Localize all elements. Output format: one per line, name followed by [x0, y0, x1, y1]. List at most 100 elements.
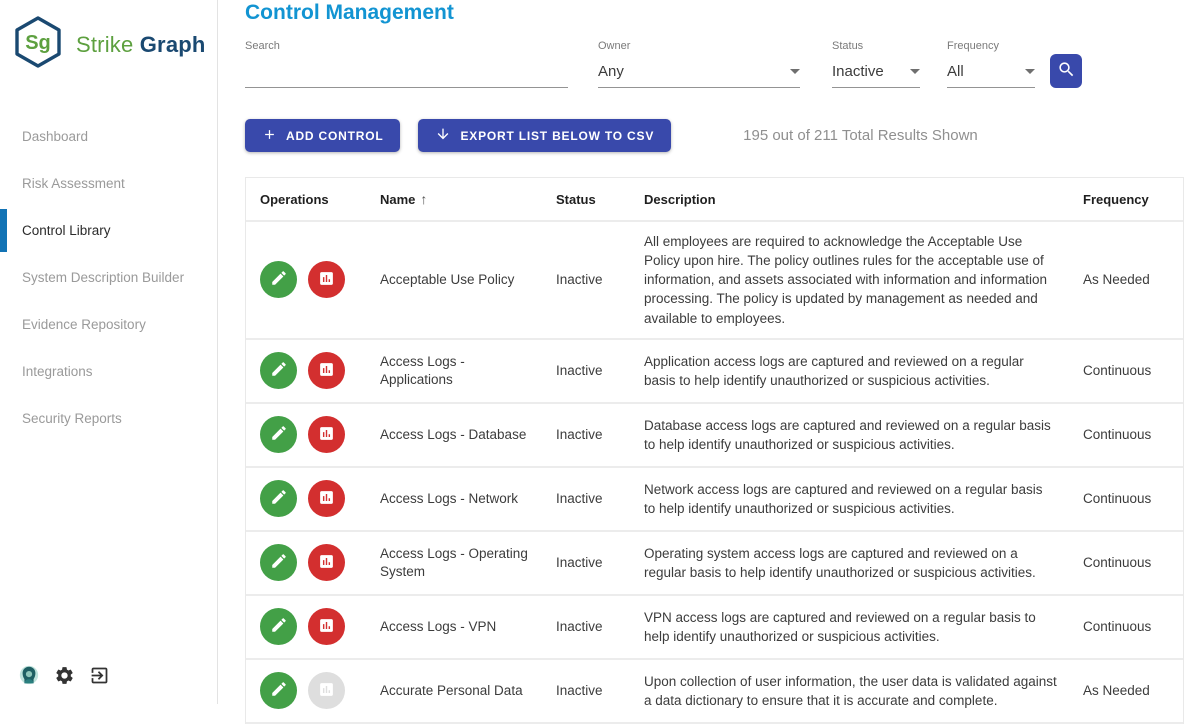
export-csv-button[interactable]: EXPORT LIST BELOW TO CSV [418, 119, 671, 152]
settings-gear-icon[interactable] [53, 664, 75, 686]
svg-text:Sg: Sg [25, 32, 51, 54]
table-header-row: Operations Name ↑ Status Description Fre… [246, 178, 1183, 222]
frequency-select[interactable]: Frequency All [947, 40, 1035, 88]
control-frequency: Continuous [1083, 363, 1183, 378]
pencil-icon [270, 424, 288, 445]
sidebar-nav: Dashboard Risk Assessment Control Librar… [0, 113, 217, 442]
pencil-icon [270, 680, 288, 701]
edit-control-button[interactable] [260, 416, 297, 453]
pencil-icon [270, 360, 288, 381]
control-report-button[interactable] [308, 261, 345, 298]
row-operations [260, 480, 380, 517]
chevron-down-icon [1025, 69, 1035, 74]
table-row: Accurate Personal Data Inactive Upon col… [246, 660, 1183, 724]
sidebar-item-control-library[interactable]: Control Library [0, 207, 217, 254]
header-frequency: Frequency [1083, 192, 1183, 207]
sidebar-item-security-reports[interactable]: Security Reports [0, 395, 217, 442]
owner-value: Any [598, 63, 624, 80]
search-button[interactable] [1050, 54, 1082, 88]
control-name: Access Logs - Network [380, 490, 556, 508]
search-label: Search [245, 40, 568, 52]
row-operations [260, 608, 380, 645]
user-avatar[interactable] [18, 664, 40, 686]
sidebar: Sg Strike Graph Dashboard Risk Assessmen… [0, 0, 218, 704]
control-status: Inactive [556, 619, 644, 634]
row-operations [260, 261, 380, 298]
pencil-icon [270, 488, 288, 509]
edit-control-button[interactable] [260, 480, 297, 517]
sidebar-item-label: System Description Builder [22, 270, 184, 285]
pencil-icon [270, 269, 288, 290]
frequency-value: All [947, 63, 964, 80]
frequency-label: Frequency [947, 40, 1035, 52]
control-status: Inactive [556, 272, 644, 287]
control-description: VPN access logs are captured and reviewe… [644, 608, 1083, 646]
table-row: Acceptable Use Policy Inactive All emplo… [246, 222, 1183, 340]
sidebar-footer [18, 664, 110, 686]
edit-control-button[interactable] [260, 608, 297, 645]
edit-control-button[interactable] [260, 544, 297, 581]
header-name-sortable[interactable]: Name ↑ [380, 191, 556, 207]
control-name: Access Logs - Operating System [380, 545, 556, 581]
sidebar-item-label: Control Library [22, 223, 111, 238]
control-report-button[interactable] [308, 480, 345, 517]
control-status: Inactive [556, 491, 644, 506]
sort-ascending-icon: ↑ [420, 191, 427, 207]
page-title: Control Management [245, 0, 1184, 25]
search-field[interactable]: Search [245, 40, 568, 88]
control-name: Access Logs - Applications [380, 353, 556, 389]
chevron-down-icon [790, 69, 800, 74]
control-frequency: Continuous [1083, 619, 1183, 634]
pencil-icon [270, 616, 288, 637]
pencil-icon [270, 552, 288, 573]
chevron-down-icon [910, 69, 920, 74]
bar-chart-icon [318, 270, 335, 290]
control-description: Network access logs are captured and rev… [644, 480, 1083, 518]
table-row: Access Logs - Database Inactive Database… [246, 404, 1183, 468]
plus-icon [262, 127, 277, 145]
bar-chart-icon [318, 425, 335, 445]
status-select[interactable]: Status Inactive [832, 40, 920, 88]
search-icon [1057, 60, 1076, 82]
sidebar-item-system-description-builder[interactable]: System Description Builder [0, 254, 217, 301]
strike-graph-hexagon-icon: Sg [10, 14, 66, 75]
control-name: Accurate Personal Data [380, 682, 556, 700]
sidebar-item-evidence-repository[interactable]: Evidence Repository [0, 301, 217, 348]
control-report-button[interactable] [308, 416, 345, 453]
logout-icon[interactable] [88, 664, 110, 686]
search-input[interactable] [245, 61, 568, 88]
add-control-button[interactable]: ADD CONTROL [245, 119, 400, 152]
results-summary: 195 out of 211 Total Results Shown [743, 127, 978, 144]
owner-select[interactable]: Owner Any [598, 40, 800, 88]
status-value: Inactive [832, 63, 884, 80]
control-report-button[interactable] [308, 608, 345, 645]
header-operations: Operations [260, 192, 380, 207]
arrow-down-icon [435, 126, 451, 145]
sidebar-item-dashboard[interactable]: Dashboard [0, 113, 217, 160]
control-name: Acceptable Use Policy [380, 271, 556, 289]
bar-chart-icon [318, 489, 335, 509]
brand-logo[interactable]: Sg Strike Graph [0, 0, 217, 75]
row-operations [260, 416, 380, 453]
bar-chart-icon [318, 553, 335, 573]
control-report-button[interactable] [308, 544, 345, 581]
controls-table: Operations Name ↑ Status Description Fre… [245, 177, 1184, 724]
sidebar-item-risk-assessment[interactable]: Risk Assessment [0, 160, 217, 207]
edit-control-button[interactable] [260, 352, 297, 389]
main-content: Control Management Search Owner Any Stat… [219, 0, 1200, 704]
control-report-button[interactable] [308, 352, 345, 389]
table-row: Access Logs - VPN Inactive VPN access lo… [246, 596, 1183, 660]
brand-name: Strike Graph [76, 32, 206, 58]
control-status: Inactive [556, 427, 644, 442]
active-indicator-bar [0, 209, 7, 252]
sidebar-item-label: Evidence Repository [22, 317, 146, 332]
owner-label: Owner [598, 40, 800, 52]
control-description: Operating system access logs are capture… [644, 544, 1083, 582]
control-description: All employees are required to acknowledg… [644, 232, 1083, 328]
sidebar-item-integrations[interactable]: Integrations [0, 348, 217, 395]
control-name: Access Logs - Database [380, 426, 556, 444]
control-status: Inactive [556, 363, 644, 378]
edit-control-button[interactable] [260, 261, 297, 298]
header-description: Description [644, 192, 1083, 207]
control-status: Inactive [556, 555, 644, 570]
